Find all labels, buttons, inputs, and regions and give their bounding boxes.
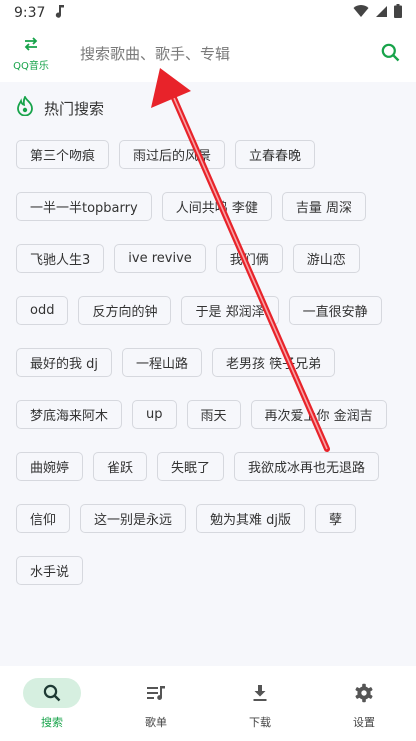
hot-search-chip[interactable]: 水手说 — [16, 556, 84, 585]
hot-search-chip[interactable]: 最好的我 dj — [16, 348, 112, 377]
search-icon — [381, 43, 400, 66]
music-note-icon — [55, 4, 65, 22]
swap-icon — [23, 36, 39, 55]
nav-tab-download[interactable]: 下载 — [208, 666, 312, 741]
hot-search-chip[interactable]: 梦底海来阿木 — [16, 400, 123, 429]
hot-search-chip[interactable]: 人间共鸣 李健 — [161, 192, 272, 221]
signal-icon — [375, 5, 388, 22]
hot-search-chip[interactable]: 雨天 — [186, 400, 241, 429]
hot-search-chip[interactable]: ive revive — [114, 244, 206, 273]
hot-search-chip[interactable]: 勉为其难 dj版 — [196, 504, 306, 533]
chip-row: 信仰 这一别是永远 勉为其难 dj版孽 — [16, 504, 406, 533]
hot-search-chip[interactable]: 一程山路 — [122, 348, 203, 377]
hot-search-chip[interactable]: odd — [16, 296, 69, 325]
hot-search-chip[interactable]: 反方向的钟 — [78, 296, 172, 325]
hot-search-chip[interactable]: 信仰 — [16, 504, 71, 533]
hot-search-title: 热门搜索 — [44, 99, 105, 118]
hot-search-chip[interactable]: 我欲成冰再也无退路 — [234, 452, 380, 481]
download-icon — [231, 678, 289, 708]
chip-row: 第三个吻痕 雨过后的风景 立春春晚 — [16, 140, 406, 169]
hot-search-chip[interactable]: 雀跃 — [93, 452, 148, 481]
search-button[interactable] — [364, 26, 416, 82]
chip-row: 一半一半topbarry 人间共鸣 李健 吉量 周深 — [16, 192, 406, 221]
chip-row: 梦底海来阿木 up 雨天 再次爱上你 金润吉 — [16, 400, 406, 429]
flame-icon — [16, 94, 34, 120]
nav-tab-gear[interactable]: 设置 — [312, 666, 416, 741]
hot-search-chip[interactable]: 第三个吻痕 — [16, 140, 110, 169]
source-label: QQ音乐 — [13, 61, 49, 72]
wifi-icon — [353, 4, 369, 22]
nav-tab-playlist[interactable]: 歌单 — [104, 666, 208, 741]
chip-row: 飞驰人生3 ive revive 我们俩 游山恋 — [16, 244, 406, 273]
hot-search-chip[interactable]: 曲婉婷 — [16, 452, 84, 481]
nav-tab-label: 搜索 — [41, 716, 63, 729]
hot-search-chip[interactable]: 一半一半topbarry — [16, 192, 152, 221]
hot-search-chip[interactable]: 孽 — [315, 504, 357, 533]
chip-row: 最好的我 dj 一程山路 老男孩 筷子兄弟 — [16, 348, 406, 377]
hot-search-chip[interactable]: 飞驰人生3 — [16, 244, 105, 273]
hot-search-chip[interactable]: 立春春晚 — [235, 140, 316, 169]
search-icon — [23, 678, 81, 708]
top-bar: QQ音乐 — [0, 26, 416, 82]
hot-search-chip[interactable]: 失眠了 — [157, 452, 225, 481]
chip-row: 曲婉婷 雀跃 失眠了 我欲成冰再也无退路 — [16, 452, 406, 481]
nav-tab-label: 设置 — [353, 716, 375, 729]
hot-search-list: 第三个吻痕 雨过后的风景 立春春晚 一半一半topbarry 人间共鸣 李健 吉量 周深飞… — [16, 140, 406, 608]
hot-search-chip[interactable]: 我们俩 — [215, 244, 283, 273]
bottom-nav: 搜索 歌单 下载 设置 — [0, 666, 416, 741]
chip-row: 水手说 — [16, 556, 406, 585]
hot-search-header: 热门搜索 — [16, 94, 105, 120]
source-switch-button[interactable]: QQ音乐 — [0, 26, 62, 82]
playlist-icon — [127, 678, 185, 708]
hot-search-chip[interactable]: 吉量 周深 — [281, 192, 366, 221]
hot-search-chip[interactable]: 于是 郑润泽 — [181, 296, 279, 325]
hot-search-chip[interactable]: 这一别是永远 — [80, 504, 187, 533]
chip-row: odd 反方向的钟 于是 郑润泽 一直很安静 — [16, 296, 406, 325]
nav-tab-label: 下载 — [249, 716, 271, 729]
hot-search-chip[interactable]: 一直很安静 — [288, 296, 382, 325]
nav-tab-search[interactable]: 搜索 — [0, 666, 104, 741]
hot-search-chip[interactable]: up — [132, 400, 177, 429]
status-bar: 9:37 — [0, 0, 416, 26]
gear-icon — [335, 678, 393, 708]
hot-search-chip[interactable]: 雨过后的风景 — [119, 140, 226, 169]
nav-tab-label: 歌单 — [145, 716, 167, 729]
hot-search-chip[interactable]: 老男孩 筷子兄弟 — [212, 348, 336, 377]
battery-icon — [394, 4, 402, 22]
status-time: 9:37 — [14, 5, 46, 21]
hot-search-chip[interactable]: 游山恋 — [292, 244, 360, 273]
search-input[interactable] — [62, 35, 364, 73]
hot-search-chip[interactable]: 再次爱上你 金润吉 — [250, 400, 387, 429]
